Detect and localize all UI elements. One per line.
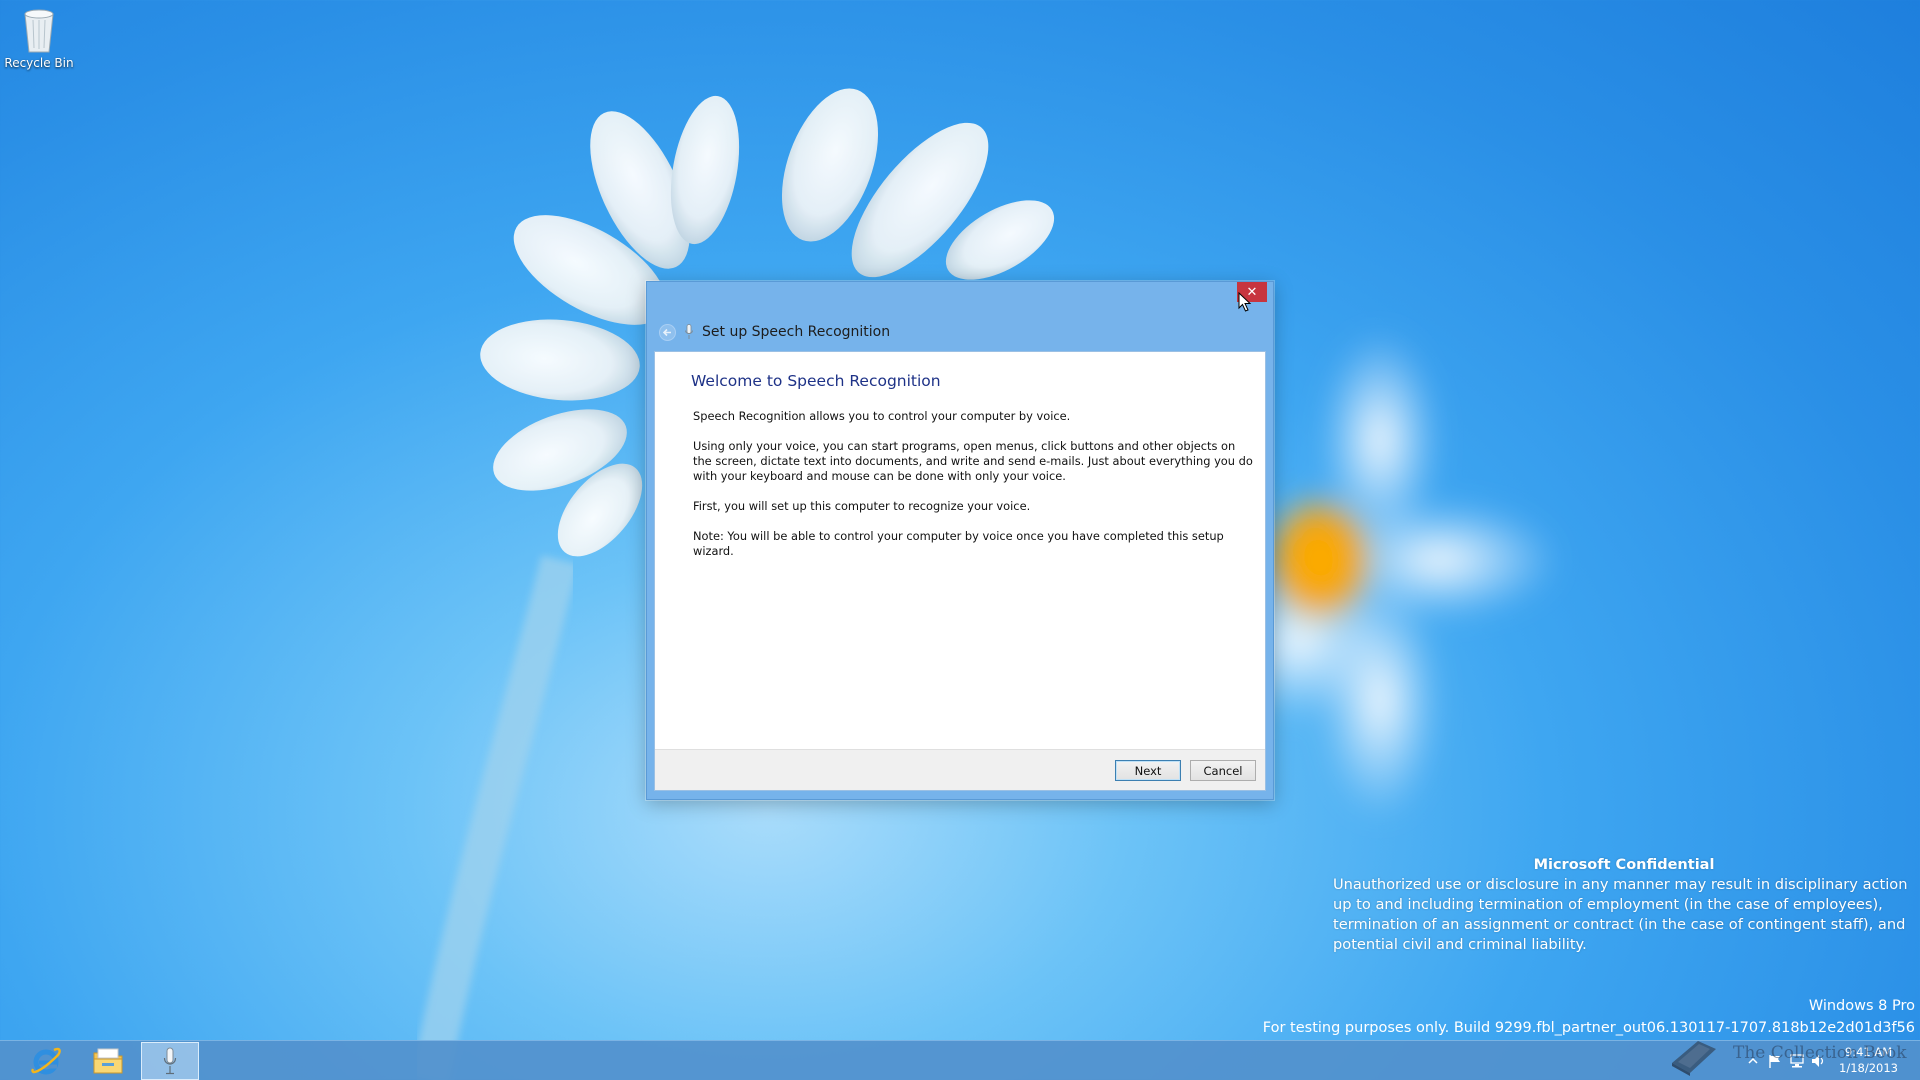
internet-explorer-icon [31, 1047, 61, 1075]
microphone-icon [163, 1047, 177, 1075]
file-explorer-icon [93, 1048, 123, 1074]
cancel-button[interactable]: Cancel [1190, 760, 1256, 781]
taskbar-item-speech-recognition[interactable] [141, 1042, 199, 1080]
wizard-footer: Next Cancel [655, 749, 1265, 790]
desktop-icon-recycle-bin[interactable]: Recycle Bin [4, 4, 74, 76]
desktop-icon-label: Recycle Bin [4, 56, 74, 70]
window-title: Set up Speech Recognition [702, 324, 891, 340]
confidential-title: Microsoft Confidential [1533, 857, 1715, 873]
collection-book-logo-icon [1672, 1041, 1716, 1076]
next-button[interactable]: Next [1115, 760, 1181, 781]
confidential-notice: Microsoft Confidential Unauthorized use … [1333, 855, 1915, 955]
setup-paragraph: First, you will set up this computer to … [693, 499, 1031, 513]
description-paragraph: Using only your voice, you can start pro… [693, 439, 1253, 483]
taskbar-item-internet-explorer[interactable] [17, 1042, 75, 1080]
mouse-cursor-icon [1238, 292, 1252, 312]
taskbar-item-file-explorer[interactable] [79, 1042, 137, 1080]
note-paragraph: Note: You will be able to control your c… [693, 529, 1224, 558]
microphone-icon [685, 324, 693, 339]
confidential-text: Unauthorized use or disclosure in any ma… [1333, 876, 1908, 953]
collection-book-logo-text: The Collection Book [1733, 1043, 1907, 1063]
taskbar: 9:41 AM 1/18/2013 [0, 1040, 1920, 1080]
intro-paragraph: Speech Recognition allows you to control… [693, 409, 1071, 423]
back-arrow-icon [662, 328, 671, 336]
recycle-bin-icon [24, 9, 54, 53]
build-text: For testing purposes only. Build 9299.fb… [1262, 1020, 1915, 1036]
speech-setup-window: ✕ Set up Speech Recognition Welcome to S… [646, 281, 1274, 800]
wizard-content: Welcome to Speech Recognition Speech Rec… [654, 351, 1266, 791]
page-heading: Welcome to Speech Recognition [691, 372, 941, 390]
edition-text: Windows 8 Pro [1808, 998, 1915, 1014]
back-button[interactable] [659, 323, 676, 341]
title-bar: Set up Speech Recognition [659, 320, 890, 344]
build-info: Windows 8 Pro For testing purposes only.… [1263, 995, 1915, 1039]
